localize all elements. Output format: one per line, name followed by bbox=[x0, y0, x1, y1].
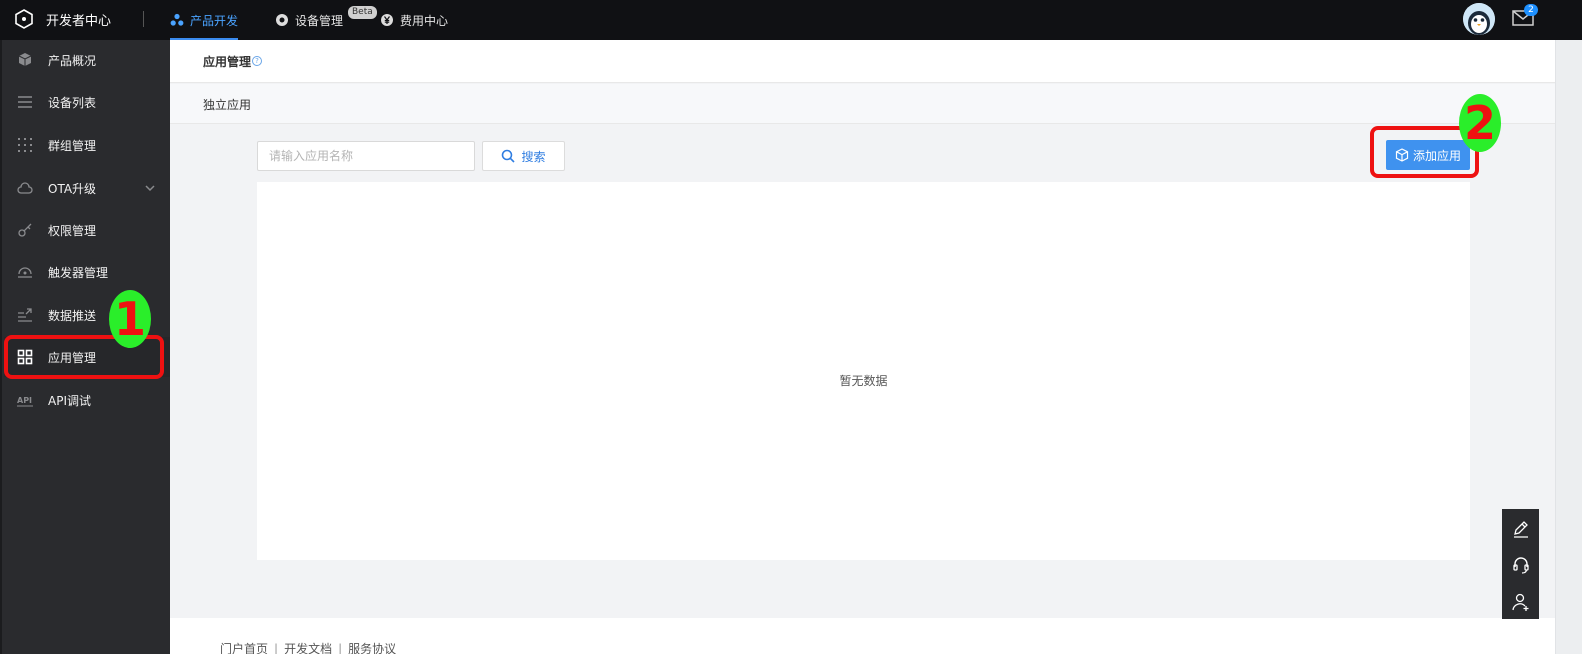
nav-label: 费用中心 bbox=[400, 13, 449, 28]
cube-icon bbox=[18, 53, 32, 66]
product-icon bbox=[170, 13, 184, 26]
sidebar-item-trigger-management[interactable]: 触发器管理 bbox=[4, 252, 170, 292]
sidebar-item-api-debug[interactable]: API API调试 bbox=[4, 380, 170, 420]
footer-separator: | bbox=[274, 642, 279, 654]
key-icon bbox=[18, 223, 32, 237]
sidebar-item-ota-upgrade[interactable]: OTA升级 bbox=[4, 168, 170, 208]
annotation-step-1-marker: 1 bbox=[109, 290, 151, 348]
nav-label: 产品开发 bbox=[190, 13, 239, 28]
apps-table: 暂无数据 bbox=[257, 182, 1470, 560]
mail-count-badge: 2 bbox=[1524, 4, 1538, 16]
user-avatar[interactable] bbox=[1463, 3, 1495, 35]
floating-toolbar bbox=[1502, 509, 1539, 619]
sidebar-item-label: API调试 bbox=[48, 393, 91, 408]
page-header: 应用管理 ? bbox=[170, 40, 1555, 83]
footer: 门户首页 | 开发文档 | 服务协议 bbox=[170, 618, 1555, 654]
nav-product-development[interactable]: 产品开发 bbox=[170, 0, 239, 40]
sidebar-item-permission-management[interactable]: 权限管理 bbox=[4, 210, 170, 250]
tab-standalone-apps[interactable]: 独立应用 bbox=[203, 96, 251, 113]
headset-support-icon[interactable] bbox=[1511, 555, 1531, 575]
push-icon bbox=[18, 308, 32, 322]
list-icon bbox=[18, 96, 32, 108]
footer-link-portal-home[interactable]: 门户首页 bbox=[220, 642, 268, 654]
sidebar-item-product-overview[interactable]: 产品概况 bbox=[4, 40, 170, 80]
sidebar-item-label: 产品概况 bbox=[48, 53, 97, 68]
yen-icon bbox=[381, 14, 393, 26]
footer-link-service-agreement[interactable]: 服务协议 bbox=[348, 642, 396, 654]
brand-title[interactable]: 开发者中心 bbox=[46, 10, 111, 29]
footer-separator: | bbox=[338, 642, 343, 654]
api-icon: API bbox=[17, 396, 33, 407]
page-scrollbar[interactable] bbox=[1555, 40, 1582, 654]
cloud-icon bbox=[17, 182, 33, 194]
sidebar-item-label: 数据推送 bbox=[48, 308, 97, 323]
grid-dots-icon bbox=[18, 138, 32, 152]
app-name-search-input[interactable] bbox=[257, 141, 475, 171]
page-title: 应用管理 bbox=[203, 55, 252, 69]
sidebar-item-group-management[interactable]: 群组管理 bbox=[4, 125, 170, 165]
svg-text:API: API bbox=[17, 396, 32, 405]
add-user-icon[interactable] bbox=[1511, 592, 1531, 612]
search-button-label: 搜索 bbox=[521, 149, 546, 164]
search-icon bbox=[502, 149, 516, 163]
empty-state-text: 暂无数据 bbox=[839, 374, 888, 388]
help-icon[interactable]: ? bbox=[252, 56, 262, 66]
sidebar-item-device-list[interactable]: 设备列表 bbox=[4, 82, 170, 122]
nav-label: 设备管理 bbox=[295, 13, 344, 28]
device-icon bbox=[276, 14, 288, 26]
sidebar-item-label: OTA升级 bbox=[48, 181, 97, 196]
top-navigation-bar: 开发者中心 产品开发 设备管理 Beta 费用中心 2 bbox=[0, 0, 1582, 40]
divider bbox=[143, 11, 144, 27]
nav-device-management[interactable]: 设备管理 bbox=[275, 0, 343, 40]
tabs-bar: 独立应用 bbox=[170, 84, 1555, 124]
nav-billing-center[interactable]: 费用中心 bbox=[380, 0, 448, 40]
footer-link-dev-docs[interactable]: 开发文档 bbox=[284, 642, 332, 654]
logo-hexagon-icon bbox=[15, 9, 33, 29]
search-button[interactable]: 搜索 bbox=[482, 141, 565, 171]
sidebar-item-label: 权限管理 bbox=[48, 223, 97, 238]
chevron-down-icon[interactable] bbox=[144, 182, 156, 194]
trigger-icon bbox=[18, 267, 32, 278]
sidebar-item-label: 设备列表 bbox=[48, 95, 97, 110]
sidebar-item-label: 群组管理 bbox=[48, 138, 97, 153]
penguin-avatar-icon bbox=[1463, 3, 1495, 35]
beta-badge: Beta bbox=[348, 6, 377, 19]
sidebar-item-label: 触发器管理 bbox=[48, 265, 109, 280]
footer-links: 门户首页 | 开发文档 | 服务协议 bbox=[220, 640, 396, 654]
edit-pencil-icon[interactable] bbox=[1511, 519, 1531, 539]
annotation-step-2-marker: 2 bbox=[1459, 94, 1501, 152]
